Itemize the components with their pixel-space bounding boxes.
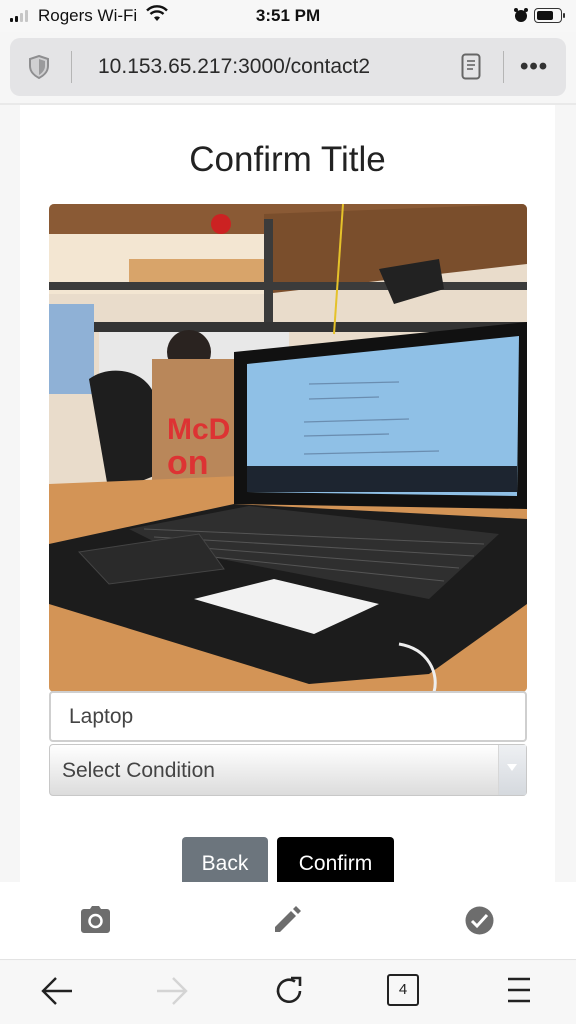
tabs-button[interactable]: 4 [387, 974, 419, 1006]
pencil-icon[interactable] [273, 906, 301, 939]
chevron-down-icon [507, 764, 517, 771]
back-button[interactable]: Back [182, 837, 268, 882]
forward-arrow-icon [155, 975, 189, 1012]
browser-nav-bar: 4 [0, 961, 576, 1024]
confirm-button[interactable]: Confirm [277, 837, 394, 882]
reader-mode-icon[interactable] [461, 53, 481, 85]
svg-text:on: on [167, 444, 209, 482]
clock: 3:51 PM [255, 6, 321, 25]
alarm-icon [513, 7, 529, 28]
title-input[interactable]: Laptop [49, 691, 527, 742]
divider [71, 51, 72, 83]
divider [503, 51, 504, 83]
page-content: Confirm Title McD on Laptop Select Condi… [20, 105, 555, 882]
battery-icon [534, 8, 565, 23]
menu-icon[interactable] [506, 975, 532, 1010]
condition-select-value: Select Condition [62, 759, 215, 782]
shield-icon[interactable] [28, 54, 50, 84]
more-options-button[interactable]: ••• [520, 53, 548, 81]
condition-select[interactable]: Select Condition [49, 744, 527, 796]
page-title: Confirm Title [189, 140, 386, 179]
item-photo: McD on [49, 204, 527, 692]
status-bar: Rogers Wi-Fi 3:51 PM [0, 0, 576, 32]
check-circle-icon[interactable] [465, 906, 494, 940]
app-toolbar [0, 882, 576, 960]
camera-icon[interactable] [81, 906, 110, 938]
select-arrow[interactable] [498, 745, 526, 795]
back-arrow-icon[interactable] [40, 975, 74, 1012]
url-text[interactable]: 10.153.65.217:3000/contact2 [98, 55, 370, 79]
svg-text:McD: McD [167, 413, 230, 446]
reload-icon[interactable] [273, 975, 305, 1012]
url-bar[interactable]: 10.153.65.217:3000/contact2 ••• [10, 38, 566, 96]
